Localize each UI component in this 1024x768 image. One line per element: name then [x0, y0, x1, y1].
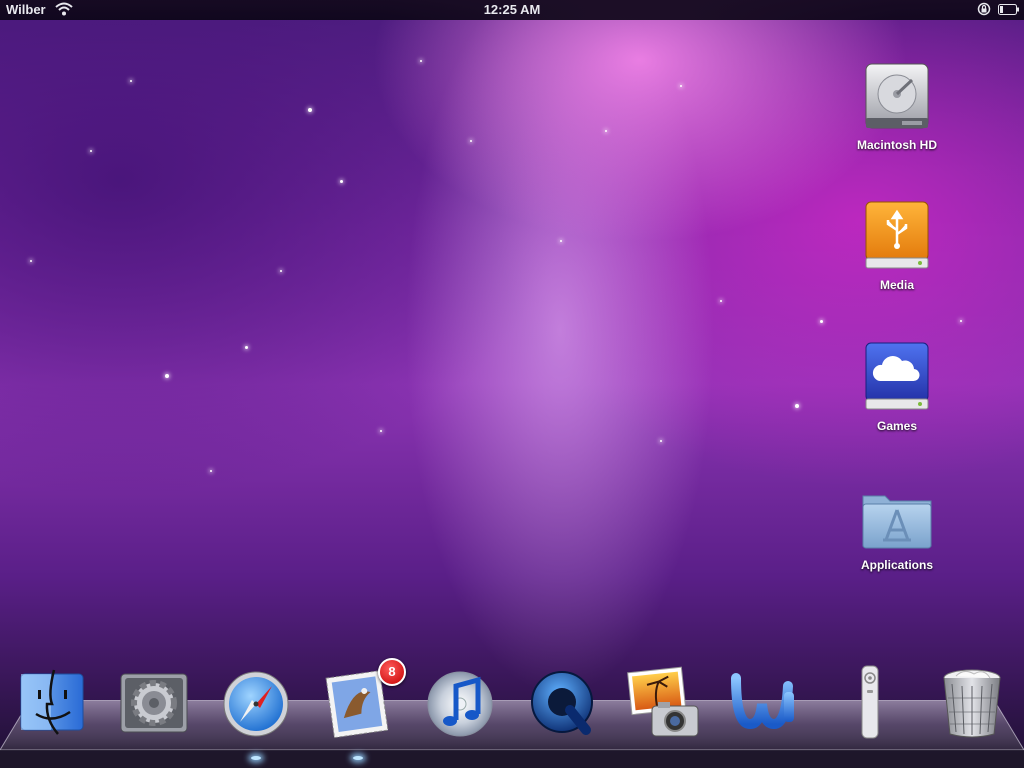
desktop-icon-label: Applications [860, 558, 933, 572]
safari-icon [223, 671, 289, 737]
star [660, 440, 662, 442]
dock-item-word[interactable] [728, 664, 804, 744]
word-icon [731, 673, 794, 730]
running-indicator [353, 756, 363, 760]
dock-item-trash[interactable] [934, 664, 1010, 744]
star [280, 270, 282, 272]
dock-item-iphoto[interactable] [626, 664, 702, 744]
star [340, 180, 343, 183]
star [90, 150, 92, 152]
usb-drive-icon [865, 201, 929, 269]
clock: 12:25 AM [483, 2, 541, 17]
system-preferences-icon [120, 673, 188, 733]
desktop-icon-applications[interactable]: Applications [842, 488, 952, 572]
dock-item-quicktime[interactable] [524, 664, 600, 744]
desktop-icon-macintosh-hd[interactable]: Macintosh HD [842, 60, 952, 152]
rotation-lock-icon [977, 2, 991, 16]
apple-remote-icon [861, 665, 879, 739]
iphoto-icon [627, 666, 699, 737]
star [130, 80, 132, 82]
star [245, 346, 248, 349]
star [308, 108, 312, 112]
ipad-screen: Wilber 12:25 AM Macintosh HD Media Games… [0, 0, 1024, 768]
star [165, 374, 169, 378]
star [470, 140, 472, 142]
itunes-icon [427, 671, 493, 737]
desktop-icon-media[interactable]: Media [842, 200, 952, 292]
dock-item-system-preferences[interactable] [116, 664, 192, 744]
dock-item-safari[interactable] [218, 664, 294, 760]
star [380, 430, 382, 432]
battery-icon [998, 4, 1019, 15]
trash-icon [943, 669, 1001, 738]
dock-item-itunes[interactable] [422, 664, 498, 744]
star [960, 320, 962, 322]
star [605, 130, 607, 132]
status-bar: Wilber 12:25 AM [0, 0, 1024, 20]
dock-item-finder[interactable] [14, 664, 90, 744]
desktop-icon-label: Macintosh HD [856, 138, 937, 152]
star [210, 470, 212, 472]
star [420, 60, 422, 62]
star [820, 320, 823, 323]
mail-unread-badge: 8 [378, 658, 406, 686]
desktop-icon-label: Games [876, 419, 918, 433]
star [30, 260, 32, 262]
star [560, 240, 562, 242]
desktop-icon-games[interactable]: Games [842, 341, 952, 433]
running-indicator [251, 756, 261, 760]
quicktime-icon [531, 671, 593, 735]
finder-icon [20, 669, 84, 735]
applications-folder-icon [862, 495, 932, 549]
star [680, 85, 682, 87]
star [720, 300, 722, 302]
dock-item-apple-remote[interactable] [830, 664, 906, 744]
cloud-drive-icon [865, 342, 929, 410]
star [795, 404, 799, 408]
hard-drive-icon [865, 63, 929, 129]
desktop-icon-label: Media [879, 278, 914, 292]
